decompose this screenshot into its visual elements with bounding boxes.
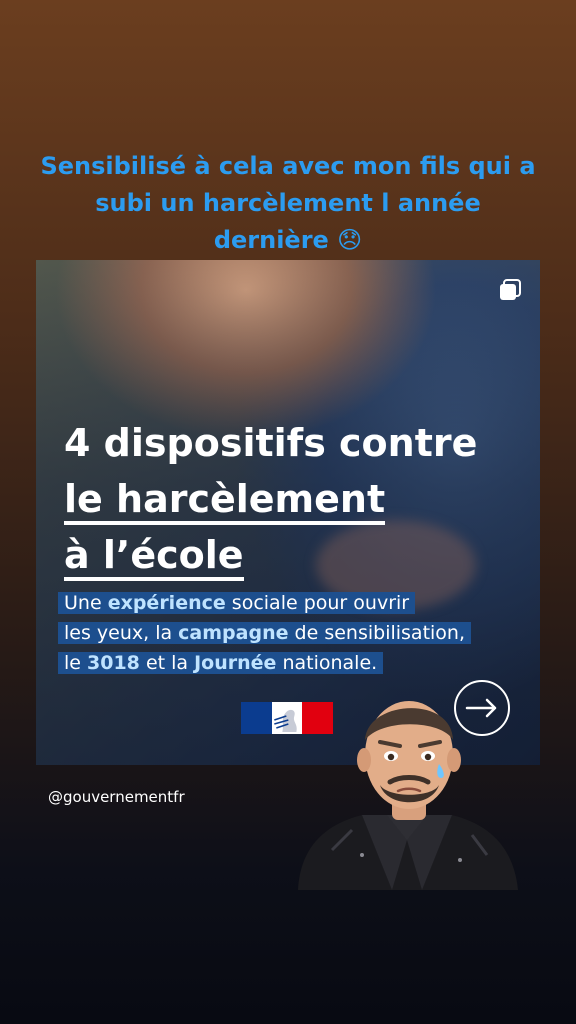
- caption-line: subi un harcèlement l année: [95, 189, 481, 217]
- headline-line-underlined: à l’école: [64, 533, 244, 581]
- crying-man-avatar-sticker[interactable]: [292, 690, 522, 890]
- post-headline: 4 dispositifs contre le harcèlement à l’…: [64, 415, 477, 583]
- headline-line: 4 dispositifs contre: [64, 421, 478, 465]
- description-line: les yeux, la campagne de sensibilisation…: [58, 622, 472, 644]
- story-caption: Sensibilisé à cela avec mon fils qui a s…: [30, 148, 546, 259]
- headline-line-underlined: le harcèlement: [64, 477, 386, 525]
- caption-line: dernière 😞: [213, 226, 363, 254]
- description-line: Une expérience sociale pour ouvrir: [58, 592, 416, 614]
- mention-tag[interactable]: @gouvernementfr: [48, 788, 185, 806]
- post-description: Une expérience sociale pour ouvrir les y…: [58, 588, 478, 678]
- description-line: le 3018 et la Journée nationale.: [58, 652, 384, 674]
- multiple-images-icon: [500, 279, 521, 300]
- caption-line: Sensibilisé à cela avec mon fils qui a: [40, 152, 536, 180]
